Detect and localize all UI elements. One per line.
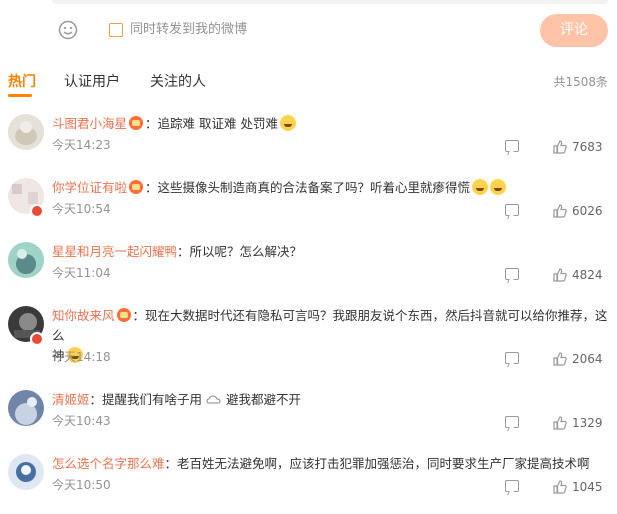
comment-username[interactable]: 星星和月亮一起闪耀鸭 [52,244,177,259]
comment-text: ：所以呢？怎么解决？ [177,244,303,259]
vip-icon [129,180,144,194]
comment-tabs: 热门 认证用户 关注的人 共1508条 [0,64,617,98]
comment-body: 星星和月亮一起闪耀鸭：所以呢？怎么解决？ [52,242,608,262]
emoji-icon[interactable] [58,20,78,40]
comment-body: 怎么选个名字那么难：老百姓无法避免啊，应该打击犯罪加强惩治，同时要求生产厂家提高… [52,454,608,474]
tab-verified-users[interactable]: 认证用户 [64,72,120,92]
like-count: 6026 [572,204,603,218]
comment-body: 清姬姬：提醒我们有啥子用 避我都避不开 [52,390,608,410]
like-icon[interactable] [553,204,567,218]
submit-comment-button[interactable]: 评论 [540,14,608,47]
like-icon[interactable] [553,416,567,430]
reply-icon[interactable] [505,352,519,364]
comment-item: 你学位证有啦 ：这些摄像头制造商真的合法备案了吗？听着心里就瘆得慌 今天10:54… [0,178,617,242]
tab-hot[interactable]: 热门 [8,72,36,92]
comment-item: 清姬姬：提醒我们有啥子用 避我都避不开 今天10:43 1329 [0,390,617,454]
comment-text: ：这些摄像头制造商真的合法备案了吗？听着心里就瘆得慌 [145,180,471,195]
comment-text: ：提醒我们有啥子用 [89,392,203,407]
comment-item: 斗图君小海星 ：追踪难 取证难 处罚难 今天14:23 7683 [0,114,617,178]
crying-emoji-icon [472,179,489,195]
comment-body: 斗图君小海星 ：追踪难 取证难 处罚难 [52,114,608,134]
vip-icon [116,308,131,322]
active-tab-indicator [8,94,32,97]
reply-icon[interactable] [505,268,519,280]
like-count: 1329 [572,416,603,430]
tab-following[interactable]: 关注的人 [150,72,206,92]
like-icon[interactable] [553,480,567,494]
comment-input[interactable] [52,0,608,4]
comment-text: ：现在大数据时代还有隐私可言吗？我跟朋友说个东西，然后抖音就可以给你推荐，这么 [52,308,608,343]
comment-item: 知你故来风 ：现在大数据时代还有隐私可言吗？我跟朋友说个东西，然后抖音就可以给你推… [0,306,617,386]
repost-label[interactable]: 同时转发到我的微博 [130,20,247,40]
comment-text-continued: 避我都避不开 [226,392,302,407]
comment-total: 共1508条 [553,75,608,89]
like-count: 1045 [572,480,603,494]
comment-item: 怎么选个名字那么难：老百姓无法避免啊，应该打击犯罪加强惩治，同时要求生产厂家提高… [0,454,617,514]
like-count: 4824 [572,268,603,282]
reply-icon[interactable] [505,204,519,216]
reply-icon[interactable] [505,480,519,492]
comment-text: ：追踪难 取证难 处罚难 [145,116,278,131]
crying-emoji-icon [279,115,296,131]
comment-username[interactable]: 你学位证有啦 [52,180,127,195]
verified-badge-icon [30,332,44,346]
crying-emoji-icon [490,179,507,195]
comment-username[interactable]: 知你故来风 [52,308,115,323]
like-icon[interactable] [553,140,567,154]
comment-toolbar: 同时转发到我的微博 评论 [0,12,617,50]
comment-username[interactable]: 斗图君小海星 [52,116,127,131]
comment-username[interactable]: 清姬姬 [52,392,90,407]
like-icon[interactable] [553,352,567,366]
like-icon[interactable] [553,268,567,282]
cloud-emoji-icon [206,395,221,404]
like-count: 2064 [572,352,603,366]
comment-item: 星星和月亮一起闪耀鸭：所以呢？怎么解决？ 今天11:04 4824 [0,242,617,306]
comment-body: 你学位证有啦 ：这些摄像头制造商真的合法备案了吗？听着心里就瘆得慌 [52,178,608,198]
reply-icon[interactable] [505,416,519,428]
repost-checkbox[interactable] [109,23,123,37]
like-count: 7683 [572,140,603,154]
comment-text: ：老百姓无法避免啊，应该打击犯罪加强惩治，同时要求生产厂家提高技术啊 [164,456,590,471]
reply-icon[interactable] [505,140,519,152]
vip-icon [129,116,144,130]
comment-username[interactable]: 怎么选个名字那么难 [52,456,165,471]
